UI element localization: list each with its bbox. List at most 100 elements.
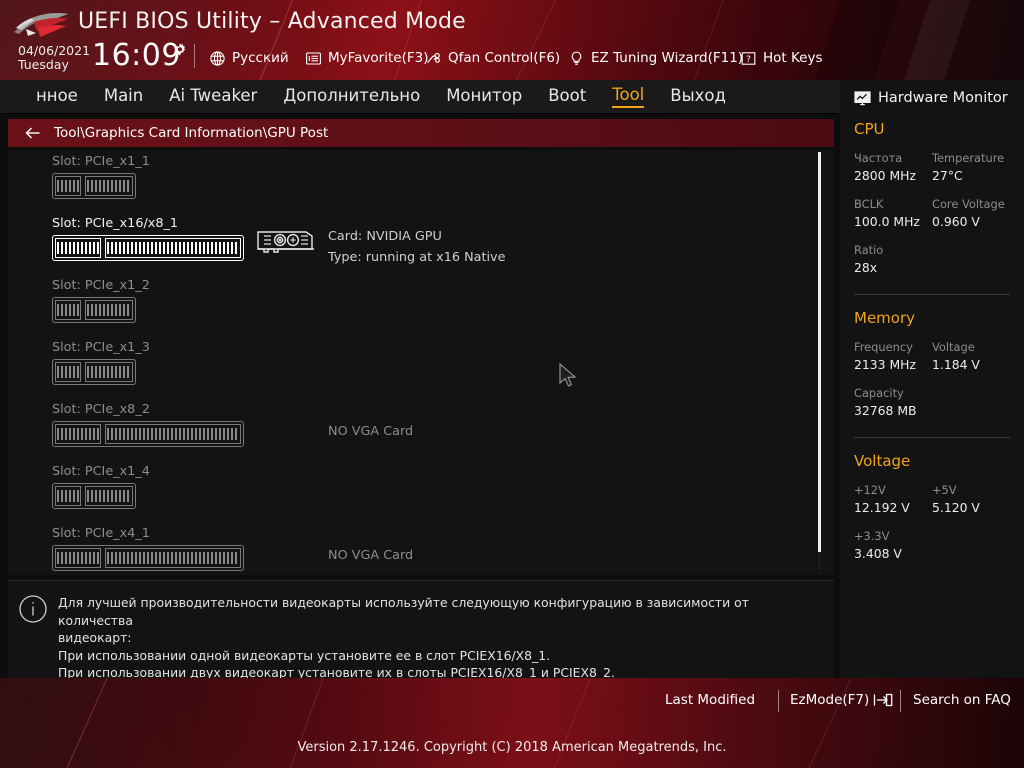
globe-icon — [209, 50, 226, 67]
header-bar: UEFI BIOS Utility – Advanced Mode 04/06/… — [0, 0, 1024, 80]
hm-row: Ratio 28x — [854, 242, 1010, 288]
slot-item[interactable]: Slot: PCIe_x1_3 — [52, 340, 150, 385]
tab-favorites[interactable]: нное — [36, 86, 78, 107]
tab-tool[interactable]: Tool — [612, 85, 645, 108]
hm-key: Частота — [854, 151, 903, 165]
tab-boot[interactable]: Boot — [548, 86, 586, 107]
hm-value: 5.120 V — [932, 500, 980, 515]
hardware-monitor-panel: Hardware Monitor CPU Частота 2800 MHz Te… — [840, 80, 1024, 678]
hm-value: 1.184 V — [932, 357, 980, 372]
slot-label: Slot: PCIe_x1_3 — [52, 340, 150, 355]
page-title: UEFI BIOS Utility – Advanced Mode — [78, 9, 466, 34]
hm-value: 2133 MHz — [854, 357, 916, 372]
slot-item[interactable]: Slot: PCIe_x1_4 — [52, 464, 150, 509]
exit-arrow-icon — [873, 692, 893, 708]
hot-keys-button[interactable]: ? Hot Keys — [740, 47, 823, 69]
system-weekday: Tuesday — [18, 57, 69, 72]
tab-exit[interactable]: Выход — [670, 86, 726, 107]
myfavorite-label: MyFavorite(F3) — [328, 50, 429, 66]
help-text: Для лучшей производительности видеокарты… — [58, 594, 820, 680]
tab-ai-tweaker[interactable]: Ai Tweaker — [169, 86, 257, 107]
pcie-x1-connector-icon — [52, 483, 136, 509]
hardware-monitor-label: Hardware Monitor — [878, 90, 1008, 106]
hm-key: Capacity — [854, 386, 904, 400]
slot-connector-graphic: NO VGA Card — [52, 421, 413, 447]
system-clock: 16:09 — [92, 38, 181, 73]
hm-value: 28x — [854, 260, 878, 275]
hm-value: 27°C — [932, 168, 963, 183]
last-modified-button[interactable]: Last Modified — [665, 692, 755, 708]
rog-logo-icon — [12, 10, 70, 42]
slot-label: Slot: PCIe_x1_2 — [52, 278, 150, 293]
lightbulb-icon — [568, 50, 585, 67]
footer-divider — [900, 690, 901, 712]
tab-advanced[interactable]: Дополнительно — [283, 86, 420, 107]
hm-key: +12V — [854, 483, 886, 497]
ez-tuning-wizard-button[interactable]: EZ Tuning Wizard(F11) — [568, 47, 743, 69]
hm-section-memory-title: Memory — [854, 309, 916, 327]
help-line-1: Для лучшей производительности видеокарты… — [58, 595, 749, 628]
hm-key: Ratio — [854, 243, 884, 257]
help-line-2: видеокарт: — [58, 630, 132, 645]
hm-key: Core Voltage — [932, 197, 1005, 211]
hm-value: 2800 MHz — [854, 168, 916, 183]
question-box-icon: ? — [740, 50, 757, 67]
pcie-x16-connector-icon — [52, 235, 244, 261]
hm-row: BCLK 100.0 MHz Core Voltage 0.960 V — [854, 196, 1010, 242]
hm-divider — [854, 294, 1010, 295]
help-line-3: При использовании одной видеокарты устан… — [58, 647, 551, 663]
gear-icon[interactable] — [172, 42, 188, 58]
back-arrow-icon[interactable] — [24, 124, 42, 142]
header-shade — [904, 0, 970, 80]
hm-section-cpu-title: CPU — [854, 120, 885, 138]
slot-label: Slot: PCIe_x8_2 — [52, 402, 150, 417]
slot-connector-graphic — [52, 483, 150, 509]
slot-item[interactable]: Slot: PCIe_x16/x8_1 Card: NVIDIA GPU Typ… — [52, 216, 506, 265]
qfan-control-button[interactable]: Qfan Control(F6) — [425, 47, 560, 69]
hm-row: +12V 12.192 V +5V 5.120 V — [854, 482, 1010, 528]
slot-status: NO VGA Card — [328, 424, 414, 439]
tab-monitor[interactable]: Монитор — [446, 86, 522, 107]
slot-item[interactable]: Slot: PCIe_x4_1 NO VGA Card — [52, 526, 413, 571]
slot-label: Slot: PCIe_x1_4 — [52, 464, 150, 479]
slot-item[interactable]: Slot: PCIe_x8_2 NO VGA Card — [52, 402, 413, 447]
slot-connector-graphic — [52, 359, 150, 385]
tab-main[interactable]: Main — [104, 86, 143, 107]
fan-icon — [425, 50, 442, 67]
graphics-card-icon — [256, 229, 314, 261]
hm-value: 32768 MB — [854, 403, 917, 418]
help-panel: Для лучшей производительности видеокарты… — [8, 580, 834, 680]
hm-row: Frequency 2133 MHz Voltage 1.184 V — [854, 339, 1010, 385]
breadcrumb[interactable]: Tool\Graphics Card Information\GPU Post — [8, 119, 834, 147]
pcie-x1-connector-icon — [52, 359, 136, 385]
ezmode-label: EzMode(F7) — [790, 692, 870, 708]
search-faq-button[interactable]: Search on FAQ — [913, 692, 1011, 708]
language-button[interactable]: Русский — [209, 47, 289, 69]
slot-status: NO VGA Card — [328, 548, 414, 563]
hm-key: Temperature — [932, 151, 1005, 165]
myfavorite-button[interactable]: MyFavorite(F3) — [305, 47, 428, 69]
slot-label: Slot: PCIe_x1_1 — [52, 154, 150, 169]
hm-value: 3.408 V — [854, 546, 902, 561]
slot-item[interactable]: Slot: PCIe_x1_1 — [52, 154, 150, 199]
pcie-x1-connector-icon — [52, 297, 136, 323]
last-modified-label: Last Modified — [665, 692, 756, 708]
header-divider — [194, 44, 195, 68]
ezmode-button[interactable]: EzMode(F7) — [790, 692, 893, 708]
slot-item[interactable]: Slot: PCIe_x1_2 — [52, 278, 150, 323]
slot-label: Slot: PCIe_x4_1 — [52, 526, 150, 541]
version-text: Version 2.17.1246. Copyright (C) 2018 Am… — [297, 740, 727, 755]
content-scrollbar-thumb[interactable] — [818, 152, 821, 552]
pcie-x16-connector-icon — [52, 545, 244, 571]
qfan-control-label: Qfan Control(F6) — [448, 50, 561, 66]
footer-divider — [778, 690, 779, 712]
hm-value: 100.0 MHz — [854, 214, 920, 229]
hot-keys-label: Hot Keys — [763, 50, 823, 66]
svg-text:?: ? — [746, 55, 751, 65]
monitor-icon — [854, 90, 871, 106]
system-date: 04/06/2021 — [18, 43, 91, 58]
hm-row: Capacity 32768 MB — [854, 385, 1010, 431]
bios-screen: UEFI BIOS Utility – Advanced Mode 04/06/… — [0, 0, 1024, 768]
slot-list-panel: Slot: PCIe_x1_1 Slot: PCIe_x16/x8_1 Card… — [8, 150, 834, 575]
slot-connector-graphic — [52, 297, 150, 323]
